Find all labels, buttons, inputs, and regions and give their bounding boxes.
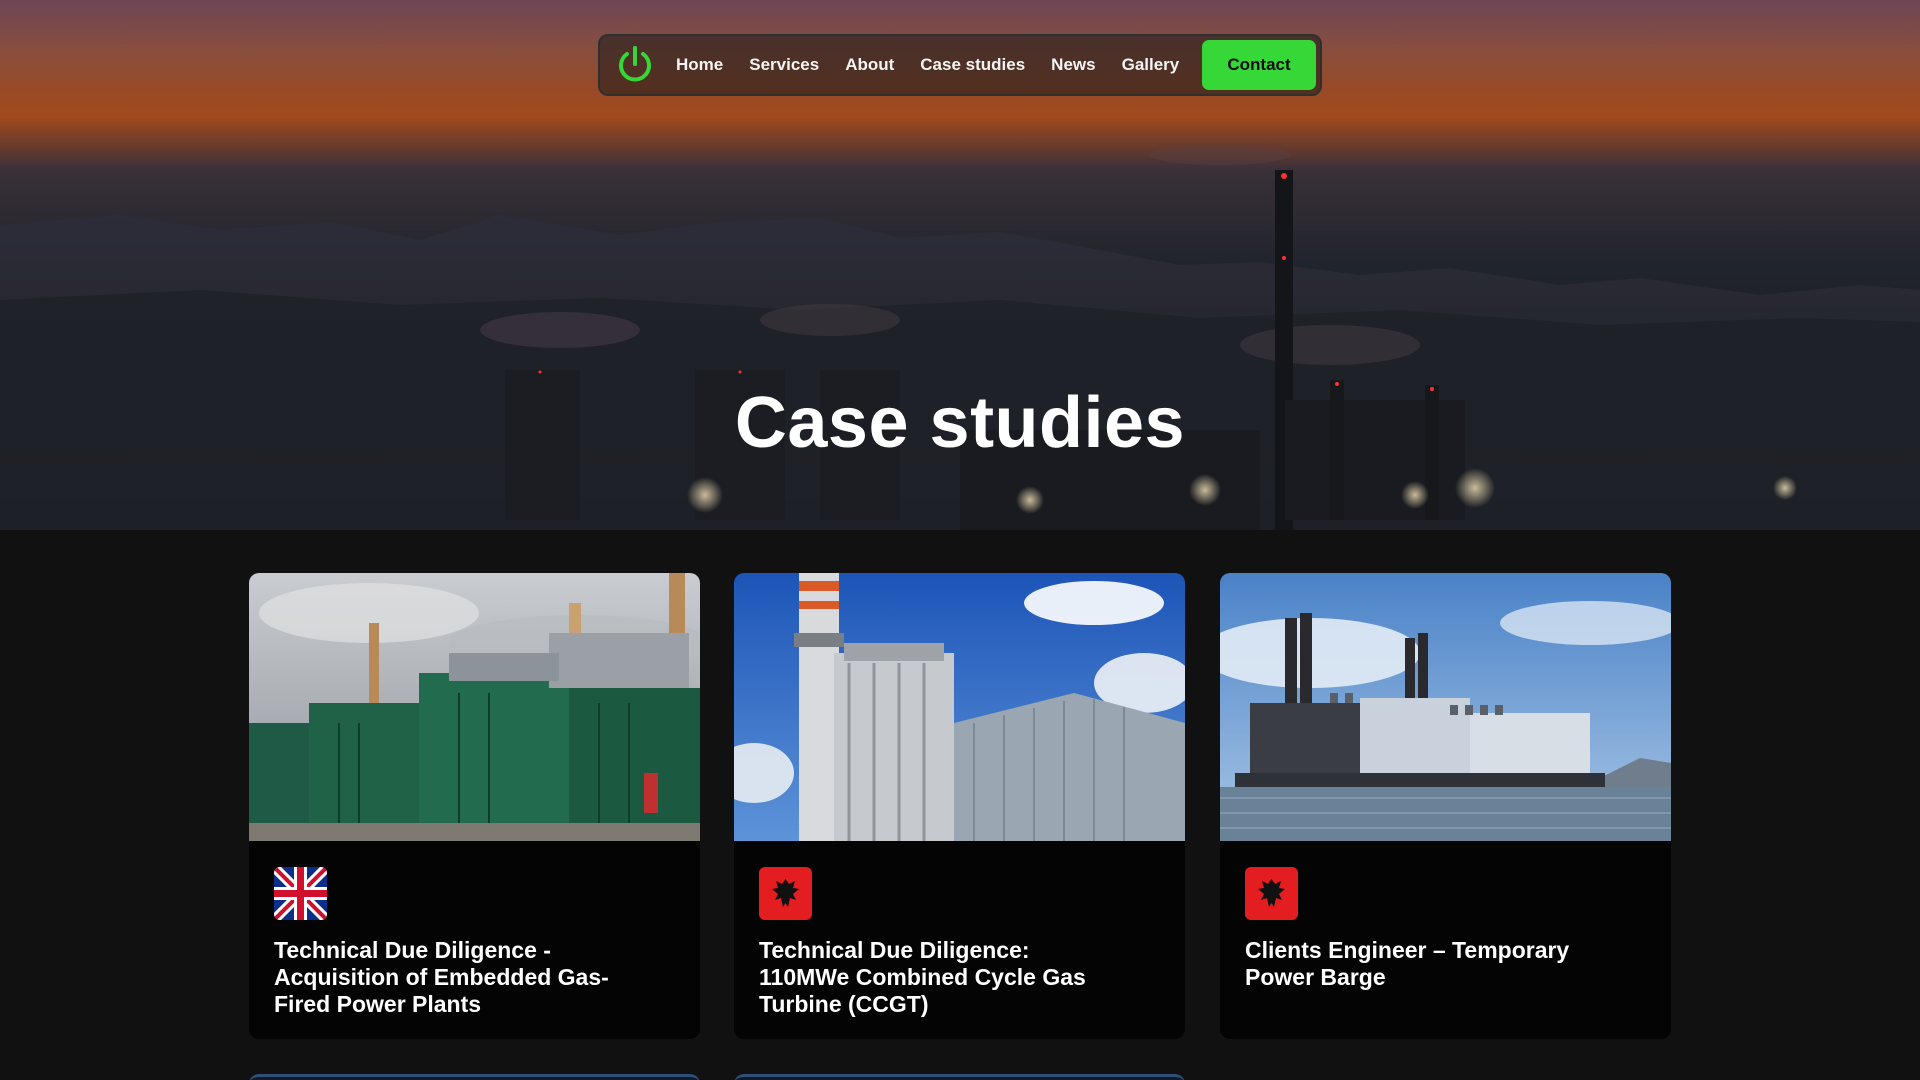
case-study-card-partial[interactable]	[249, 1074, 700, 1080]
case-study-card[interactable]: Clients Engineer – Temporary Power Barge	[1220, 573, 1671, 1039]
case-study-title[interactable]: Technical Due Diligence: 110MWe Combined…	[759, 937, 1119, 1018]
albania-flag-icon	[1245, 867, 1298, 920]
contact-button[interactable]: Contact	[1202, 40, 1316, 90]
case-study-title[interactable]: Technical Due Diligence - Acquisition of…	[274, 937, 634, 1018]
page-title: Case studies	[734, 383, 1186, 463]
case-study-title[interactable]: Clients Engineer – Temporary Power Barge	[1245, 937, 1605, 991]
albania-flag-icon	[759, 867, 812, 920]
nav-link-home[interactable]: Home	[676, 55, 723, 75]
gas-engine-plant-photo	[249, 573, 700, 841]
power-icon[interactable]	[614, 44, 656, 86]
nav-link-about[interactable]: About	[845, 55, 894, 75]
nav-link-gallery[interactable]: Gallery	[1122, 55, 1180, 75]
case-study-card[interactable]: Technical Due Diligence - Acquisition of…	[249, 573, 700, 1039]
top-navigation: Home Services About Case studies News Ga…	[598, 34, 1322, 96]
power-barge-photo	[1220, 573, 1671, 841]
uk-flag-icon	[274, 867, 327, 920]
nav-link-news[interactable]: News	[1051, 55, 1095, 75]
ccgt-turbine-photo	[734, 573, 1185, 841]
nav-link-case-studies[interactable]: Case studies	[920, 55, 1025, 75]
nav-link-services[interactable]: Services	[749, 55, 819, 75]
case-study-card[interactable]: Technical Due Diligence: 110MWe Combined…	[734, 573, 1185, 1039]
case-study-card-partial[interactable]	[734, 1074, 1185, 1080]
